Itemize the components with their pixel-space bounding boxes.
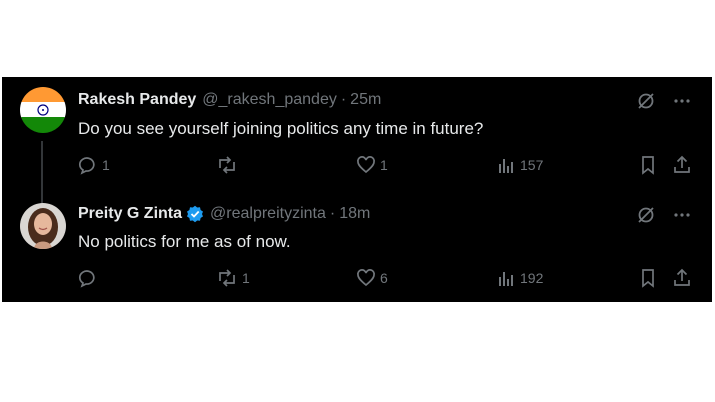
tweet-action-bar: 1 6 192 [2,266,712,290]
grok-icon[interactable] [636,91,656,111]
tweet-text: Do you see yourself joining politics any… [78,119,484,138]
views-count: 157 [520,157,544,173]
views-button[interactable]: 157 [496,155,543,175]
views-count: 192 [520,270,544,286]
user-handle[interactable]: @realpreityzinta [210,205,326,223]
like-button[interactable]: 1 [356,155,388,175]
verified-badge-icon [186,205,204,223]
user-handle[interactable]: @_rakesh_pandey [202,91,337,109]
like-count: 6 [380,270,388,286]
views-icon [496,268,516,288]
tweet-preity-g-zinta[interactable]: Preity G Zinta @realpreityzinta · 18m No… [2,197,712,302]
reply-icon [78,268,98,288]
tweet-header: Preity G Zinta @realpreityzinta · 18m [78,205,370,223]
tweet-text: No politics for me as of now. [78,232,291,251]
retweet-count: 1 [242,270,250,286]
separator-dot: · [329,205,336,222]
like-button[interactable]: 6 [356,268,388,288]
like-count: 1 [380,157,388,173]
timestamp[interactable]: 18m [339,205,370,223]
tweet-thread: Rakesh Pandey @_rakesh_pandey · 25m Do y… [2,77,712,302]
retweet-icon [216,155,238,175]
display-name[interactable]: Preity G Zinta [78,205,182,223]
display-name[interactable]: Rakesh Pandey [78,91,196,109]
avatar-preity-zinta[interactable] [20,203,66,249]
separator-dot: · [340,91,347,108]
retweet-button[interactable] [216,155,242,175]
views-button[interactable]: 192 [496,268,543,288]
tweet-action-bar: 1 1 157 [2,153,712,177]
share-button[interactable] [672,155,692,175]
retweet-icon [216,268,238,288]
grok-icon[interactable] [636,205,656,225]
timestamp[interactable]: 25m [350,91,381,109]
bookmark-icon [638,155,658,175]
bookmark-button[interactable] [638,268,658,288]
tweet-top-actions [636,205,692,225]
reply-button[interactable]: 1 [78,155,110,175]
tweet-header: Rakesh Pandey @_rakesh_pandey · 25m [78,91,381,109]
tweet-rakesh-pandey[interactable]: Rakesh Pandey @_rakesh_pandey · 25m Do y… [2,77,712,205]
share-icon [672,155,692,175]
reply-icon [78,155,98,175]
reply-count: 1 [102,157,110,173]
more-icon[interactable] [672,205,692,225]
reply-button[interactable] [78,268,102,288]
more-icon[interactable] [672,91,692,111]
views-icon [496,155,516,175]
retweet-button[interactable]: 1 [216,268,250,288]
avatar-india-flag[interactable] [20,87,66,133]
share-button[interactable] [672,268,692,288]
like-icon [356,155,376,175]
bookmark-icon [638,268,658,288]
like-icon [356,268,376,288]
tweet-top-actions [636,91,692,111]
bookmark-button[interactable] [638,155,658,175]
share-icon [672,268,692,288]
